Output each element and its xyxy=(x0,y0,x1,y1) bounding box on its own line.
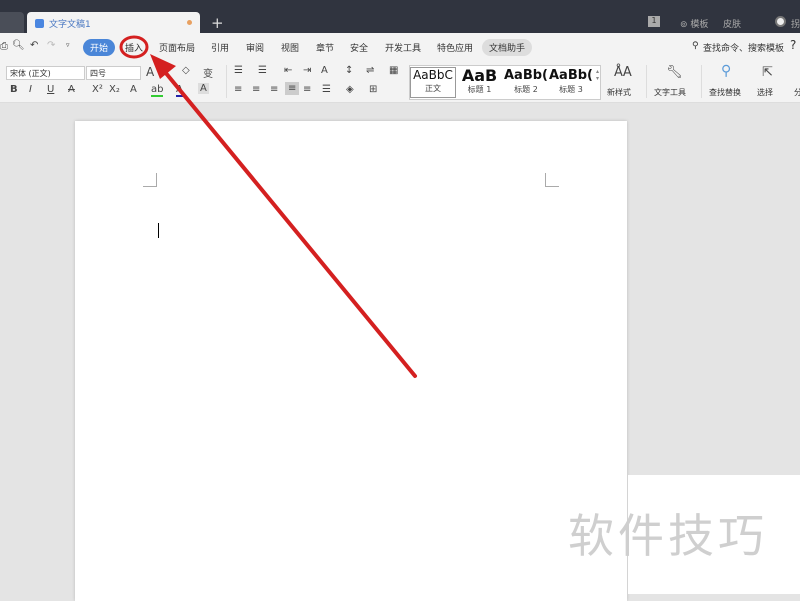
arrow-head-icon xyxy=(150,54,176,79)
annotation-overlay xyxy=(119,35,417,378)
highlight-circle xyxy=(119,35,149,59)
pointer-arrow xyxy=(163,70,417,378)
